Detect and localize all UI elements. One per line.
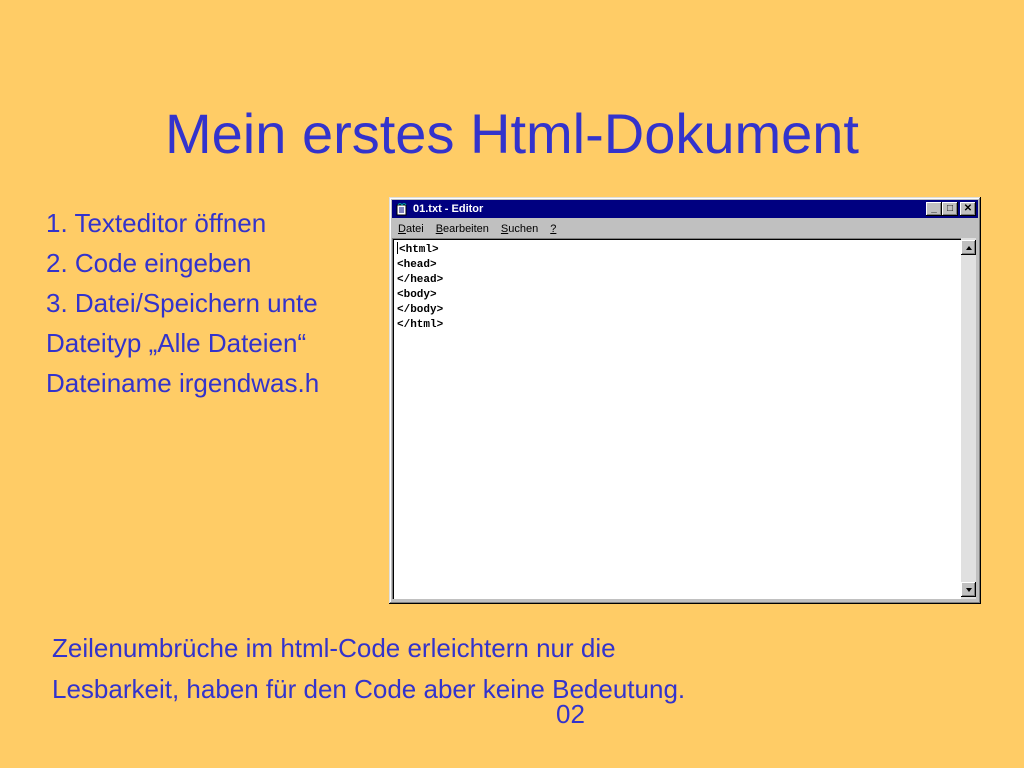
menu-accelerator: D bbox=[398, 222, 406, 235]
close-button[interactable]: ✕ bbox=[960, 202, 976, 216]
code-line: </head> bbox=[397, 274, 444, 286]
step-item: 1. Texteditor öffnen bbox=[46, 208, 267, 238]
note-line: Lesbarkeit, haben für den Code aber kein… bbox=[52, 674, 686, 704]
step-item: Dateiname irgendwas.h bbox=[46, 368, 320, 398]
maximize-button[interactable]: □ bbox=[942, 202, 958, 216]
code-line: <body> bbox=[397, 289, 437, 301]
minimize-button[interactable]: _ bbox=[926, 202, 942, 216]
arrow-down-icon bbox=[965, 587, 972, 592]
steps-list: 1. Texteditor öffnen 2. Code eingeben 3.… bbox=[46, 203, 319, 403]
scroll-up-button[interactable] bbox=[961, 240, 976, 255]
menu-suchen[interactable]: Suchen bbox=[495, 223, 544, 235]
menu-help[interactable]: ? bbox=[544, 223, 562, 235]
menu-bearbeiten[interactable]: Bearbeiten bbox=[430, 223, 495, 235]
menu-label: atei bbox=[405, 222, 424, 235]
step-item: 3. Datei/Speichern unte bbox=[46, 288, 318, 318]
code-line: <html> bbox=[397, 242, 961, 258]
menu-bar: Datei Bearbeiten Suchen ? bbox=[392, 219, 978, 238]
arrow-up-icon bbox=[965, 245, 972, 250]
slide-title: Mein erstes Html-Dokument bbox=[165, 102, 859, 165]
step-item: Dateityp „Alle Dateien“ bbox=[46, 328, 307, 358]
menu-label: uchen bbox=[508, 222, 539, 235]
scroll-down-button[interactable] bbox=[961, 582, 976, 597]
notepad-icon[interactable] bbox=[395, 202, 409, 216]
code-line-text: <html> bbox=[399, 244, 439, 256]
code-line: <head> bbox=[397, 259, 437, 271]
menu-datei[interactable]: Datei bbox=[392, 223, 430, 235]
vertical-scrollbar[interactable] bbox=[961, 238, 976, 599]
note-line: Zeilenumbrüche im html-Code erleichtern … bbox=[52, 633, 616, 663]
editor-text-area[interactable]: <html> <head> </head> <body> </body> </h… bbox=[392, 238, 961, 599]
window-controls: _ □ ✕ bbox=[926, 202, 976, 216]
menu-label: earbeiten bbox=[443, 222, 489, 235]
note-text: Zeilenumbrüche im html-Code erleichtern … bbox=[52, 628, 952, 710]
editor-titlebar[interactable]: 01.txt - Editor _ □ ✕ bbox=[392, 200, 978, 218]
step-item: 2. Code eingeben bbox=[46, 248, 252, 278]
menu-accelerator: ? bbox=[550, 222, 557, 235]
code-line: </body> bbox=[397, 304, 444, 316]
text-caret bbox=[397, 242, 398, 254]
menu-accelerator: B bbox=[435, 222, 444, 235]
window-title: 01.txt - Editor bbox=[413, 203, 484, 215]
code-line: </html> bbox=[397, 319, 444, 331]
page-number: 02 bbox=[556, 699, 585, 729]
editor-window[interactable]: 01.txt - Editor _ □ ✕ Datei Bearbeiten S… bbox=[389, 197, 981, 604]
